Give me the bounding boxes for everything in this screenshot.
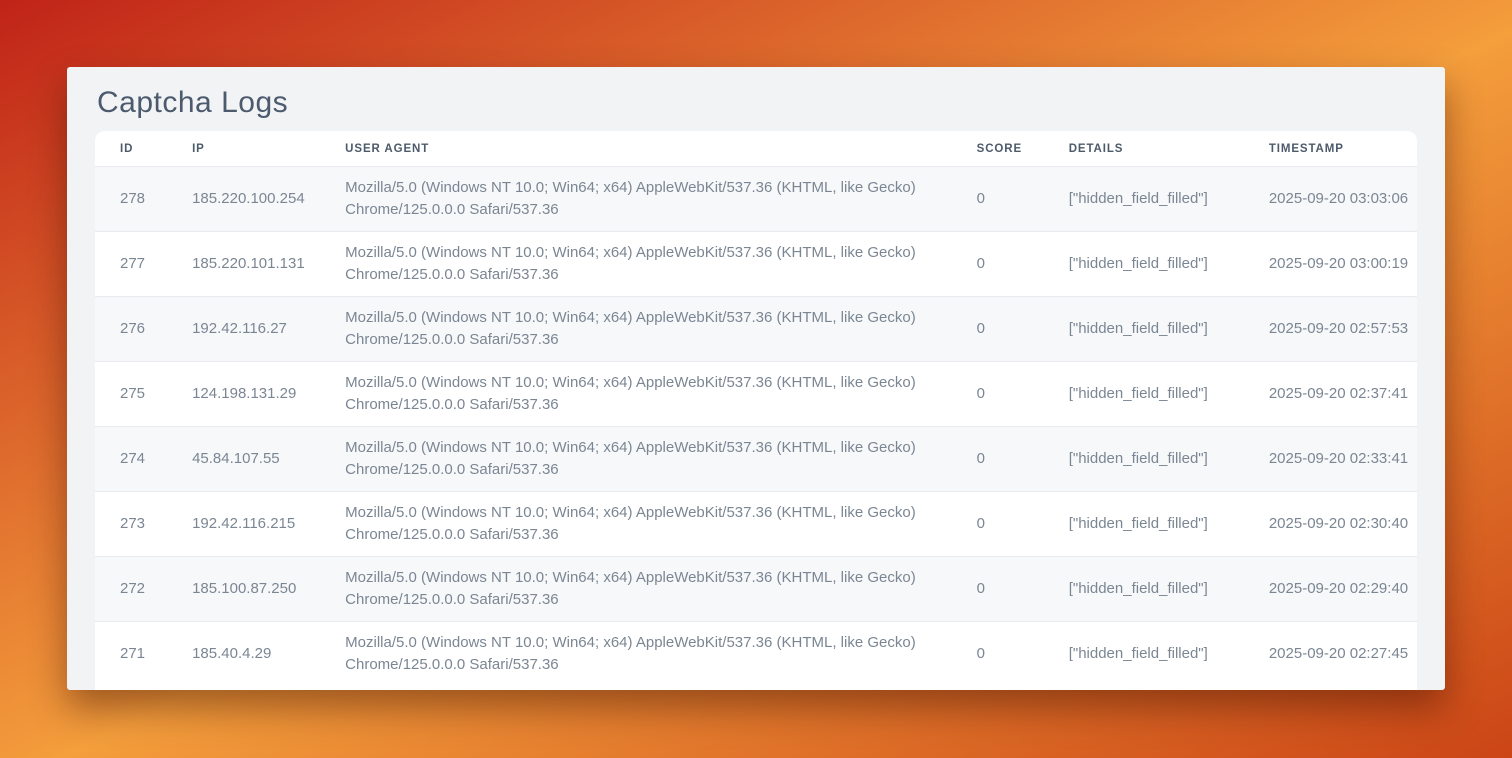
table-row: 271 185.40.4.29 Mozilla/5.0 (Windows NT …: [95, 622, 1417, 687]
column-header-details: DETAILS: [1069, 131, 1269, 167]
cell-ip: 45.84.107.55: [192, 427, 345, 492]
cell-timestamp: 2025-09-20 02:29:40: [1269, 557, 1417, 622]
cell-score: 0: [977, 297, 1069, 362]
table-row: 272 185.100.87.250 Mozilla/5.0 (Windows …: [95, 557, 1417, 622]
cell-timestamp: 2025-09-20 02:27:45: [1269, 622, 1417, 687]
app-background: { "page": { "title": "Captcha Logs" }, "…: [0, 0, 1512, 758]
cell-id: 275: [95, 362, 192, 427]
cell-user-agent: Mozilla/5.0 (Windows NT 10.0; Win64; x64…: [345, 362, 976, 427]
column-header-id: ID: [95, 131, 192, 167]
cell-ip: 185.100.87.250: [192, 557, 345, 622]
cell-score: 0: [977, 492, 1069, 557]
logs-table: ID IP USER AGENT SCORE DETAILS TIMESTAMP…: [95, 131, 1417, 687]
cell-score: 0: [977, 427, 1069, 492]
cell-timestamp: 2025-09-20 02:37:41: [1269, 362, 1417, 427]
cell-id: 273: [95, 492, 192, 557]
cell-user-agent: Mozilla/5.0 (Windows NT 10.0; Win64; x64…: [345, 297, 976, 362]
cell-ip: 192.42.116.215: [192, 492, 345, 557]
cell-details: ["hidden_field_filled"]: [1069, 167, 1269, 232]
column-header-score: SCORE: [977, 131, 1069, 167]
column-header-user-agent: USER AGENT: [345, 131, 976, 167]
cell-user-agent: Mozilla/5.0 (Windows NT 10.0; Win64; x64…: [345, 622, 976, 687]
cell-score: 0: [977, 557, 1069, 622]
cell-details: ["hidden_field_filled"]: [1069, 622, 1269, 687]
cell-score: 0: [977, 167, 1069, 232]
cell-user-agent: Mozilla/5.0 (Windows NT 10.0; Win64; x64…: [345, 427, 976, 492]
cell-ip: 185.40.4.29: [192, 622, 345, 687]
cell-user-agent: Mozilla/5.0 (Windows NT 10.0; Win64; x64…: [345, 492, 976, 557]
cell-user-agent: Mozilla/5.0 (Windows NT 10.0; Win64; x64…: [345, 557, 976, 622]
cell-timestamp: 2025-09-20 03:03:06: [1269, 167, 1417, 232]
table-row: 277 185.220.101.131 Mozilla/5.0 (Windows…: [95, 232, 1417, 297]
cell-ip: 185.220.100.254: [192, 167, 345, 232]
cell-user-agent: Mozilla/5.0 (Windows NT 10.0; Win64; x64…: [345, 167, 976, 232]
column-header-timestamp: TIMESTAMP: [1269, 131, 1417, 167]
cell-timestamp: 2025-09-20 02:30:40: [1269, 492, 1417, 557]
cell-id: 272: [95, 557, 192, 622]
cell-details: ["hidden_field_filled"]: [1069, 232, 1269, 297]
cell-id: 277: [95, 232, 192, 297]
cell-id: 274: [95, 427, 192, 492]
cell-timestamp: 2025-09-20 02:57:53: [1269, 297, 1417, 362]
cell-details: ["hidden_field_filled"]: [1069, 557, 1269, 622]
cell-ip: 185.220.101.131: [192, 232, 345, 297]
cell-id: 271: [95, 622, 192, 687]
table-row: 274 45.84.107.55 Mozilla/5.0 (Windows NT…: [95, 427, 1417, 492]
cell-id: 278: [95, 167, 192, 232]
cell-timestamp: 2025-09-20 02:33:41: [1269, 427, 1417, 492]
cell-details: ["hidden_field_filled"]: [1069, 297, 1269, 362]
page-title: Captcha Logs: [97, 85, 1417, 121]
cell-score: 0: [977, 232, 1069, 297]
table-row: 278 185.220.100.254 Mozilla/5.0 (Windows…: [95, 167, 1417, 232]
logs-table-container: ID IP USER AGENT SCORE DETAILS TIMESTAMP…: [95, 131, 1417, 690]
cell-score: 0: [977, 622, 1069, 687]
logs-table-body: 278 185.220.100.254 Mozilla/5.0 (Windows…: [95, 167, 1417, 687]
column-header-ip: IP: [192, 131, 345, 167]
captcha-logs-card: Captcha Logs ID IP USER AGENT SCORE DETA…: [67, 67, 1445, 690]
cell-ip: 192.42.116.27: [192, 297, 345, 362]
table-row: 275 124.198.131.29 Mozilla/5.0 (Windows …: [95, 362, 1417, 427]
cell-details: ["hidden_field_filled"]: [1069, 492, 1269, 557]
cell-ip: 124.198.131.29: [192, 362, 345, 427]
cell-details: ["hidden_field_filled"]: [1069, 427, 1269, 492]
table-row: 273 192.42.116.215 Mozilla/5.0 (Windows …: [95, 492, 1417, 557]
cell-user-agent: Mozilla/5.0 (Windows NT 10.0; Win64; x64…: [345, 232, 976, 297]
cell-score: 0: [977, 362, 1069, 427]
cell-details: ["hidden_field_filled"]: [1069, 362, 1269, 427]
table-header-row: ID IP USER AGENT SCORE DETAILS TIMESTAMP: [95, 131, 1417, 167]
cell-timestamp: 2025-09-20 03:00:19: [1269, 232, 1417, 297]
cell-id: 276: [95, 297, 192, 362]
table-row: 276 192.42.116.27 Mozilla/5.0 (Windows N…: [95, 297, 1417, 362]
